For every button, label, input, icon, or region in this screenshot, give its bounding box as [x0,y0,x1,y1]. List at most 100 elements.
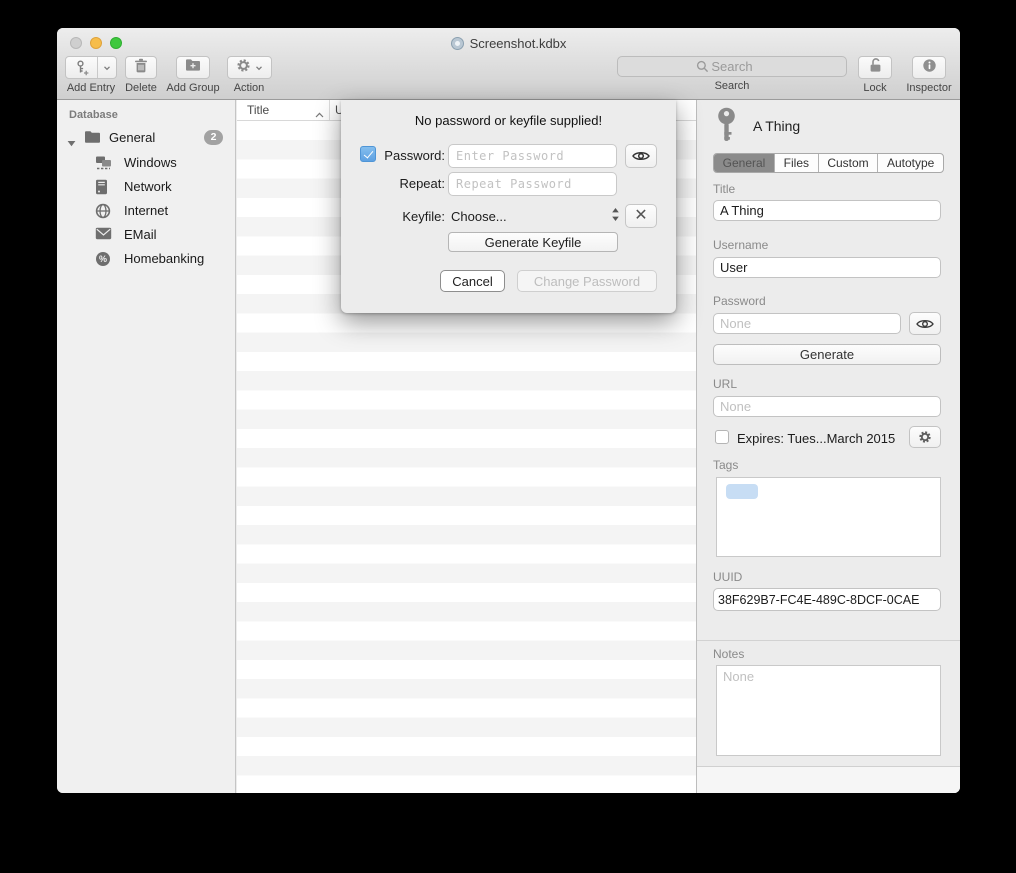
password-field[interactable] [713,313,901,334]
sidebar-item-internet[interactable]: Internet [57,199,235,221]
dialog-password-label: Password: [375,148,445,163]
sidebar-section-header: Database [69,109,118,121]
reveal-password-button[interactable] [909,312,941,335]
entry-count-badge: 2 [204,130,223,145]
inspector-item: Inspector [906,56,952,94]
add-group-item: Add Group [165,56,221,94]
svg-text:%: % [99,254,107,264]
eye-icon [916,318,934,330]
keyfile-popup-value: Choose... [448,209,507,224]
tab-general[interactable]: General [714,154,774,172]
folder-plus-icon [185,58,201,77]
info-icon [922,58,937,78]
url-field[interactable] [713,396,941,417]
sidebar: Database General 2 Windows [57,100,236,793]
password-sheet-dialog: No password or keyfile supplied! Passwor… [341,100,676,313]
windows-icon [95,155,112,175]
uuid-field[interactable] [713,588,941,611]
uuid-label: UUID [713,570,742,584]
username-field-label: Username [713,238,768,252]
inspector-panel: A Thing General Files Custom Autotype Ti… [696,100,960,793]
dialog-message: No password or keyfile supplied! [341,113,676,128]
sidebar-item-general[interactable]: General 2 [57,127,235,149]
eye-icon [632,150,650,162]
add-entry-dropdown[interactable] [97,57,116,78]
lock-item: Lock [856,56,894,94]
password-field-label: Password [713,294,766,308]
tab-autotype[interactable]: Autotype [877,154,943,172]
keyfile-clear-button[interactable]: ✕ [625,204,657,228]
inspector-footer [697,766,960,793]
add-entry-item: Add Entry [62,56,120,94]
action-item: Action [227,56,271,94]
notes-label: Notes [713,647,744,661]
percent-icon: % [95,251,111,272]
sidebar-item-windows[interactable]: Windows [57,151,235,173]
tab-custom[interactable]: Custom [818,154,878,172]
inspector-label: Inspector [906,82,951,94]
title-field-label: Title [713,182,735,196]
delete-button[interactable] [125,56,157,79]
add-group-button[interactable] [176,56,210,79]
expires-checkbox[interactable] [715,430,729,444]
username-field[interactable] [713,257,941,278]
sidebar-item-label: Network [124,179,172,194]
sidebar-item-network[interactable]: Network [57,175,235,197]
search-input[interactable] [617,56,847,77]
sidebar-item-label: EMail [124,227,157,242]
add-entry-label: Add Entry [67,82,115,94]
envelope-icon [95,227,112,245]
dialog-repeat-input[interactable] [448,172,617,196]
password-checkbox[interactable] [360,146,376,162]
delete-item: Delete [123,56,159,94]
sidebar-item-label: Homebanking [124,251,204,266]
tag-token[interactable] [726,484,758,499]
folder-icon [84,130,101,149]
notes-field[interactable] [716,665,941,756]
title-field[interactable] [713,200,941,221]
cancel-button[interactable]: Cancel [440,270,505,292]
tags-label: Tags [713,458,738,472]
padlock-open-icon [868,57,883,78]
dialog-keyfile-label: Keyfile: [375,209,445,224]
tab-files[interactable]: Files [774,154,818,172]
inspector-button[interactable] [912,56,946,79]
column-header-title[interactable]: Title [247,103,269,117]
screen: Screenshot.kdbx Add Entry Delete [0,0,1016,873]
inspector-tabs: General Files Custom Autotype [713,153,944,173]
disclosure-triangle-icon[interactable] [67,134,76,152]
stepper-icon [611,207,620,225]
action-button[interactable] [227,56,272,79]
server-icon [95,179,108,200]
generate-keyfile-button[interactable]: Generate Keyfile [448,232,618,252]
globe-icon [95,203,111,224]
sidebar-item-label: Windows [124,155,177,170]
action-label: Action [234,82,265,94]
column-divider[interactable] [329,100,330,120]
window-chrome: Screenshot.kdbx Add Entry Delete [57,28,960,100]
sidebar-item-label: Internet [124,203,168,218]
lock-label: Lock [863,82,886,94]
expires-label: Expires: Tues...March 2015 [737,431,895,446]
search-label: Search [715,80,750,92]
change-password-button[interactable]: Change Password [517,270,657,292]
sidebar-item-email[interactable]: EMail [57,223,235,245]
chevron-down-icon [103,64,111,72]
delete-label: Delete [125,82,157,94]
tags-box[interactable] [716,477,941,557]
gear-icon [236,58,251,78]
key-icon [713,106,740,151]
dialog-reveal-password-button[interactable] [625,144,657,168]
dialog-password-input[interactable] [448,144,617,168]
keyfile-popup-button[interactable]: Choose... [448,204,620,228]
expires-settings-button[interactable] [909,426,941,448]
titlebar: Screenshot.kdbx [57,36,960,51]
dialog-repeat-label: Repeat: [375,176,445,191]
chevron-down-icon [255,64,263,72]
add-entry-button[interactable] [65,56,117,79]
sidebar-item-homebanking[interactable]: % Homebanking [57,247,235,269]
generate-password-button[interactable]: Generate [713,344,941,365]
key-plus-icon [66,57,97,78]
lock-button[interactable] [858,56,892,79]
close-x-icon: ✕ [634,208,647,224]
